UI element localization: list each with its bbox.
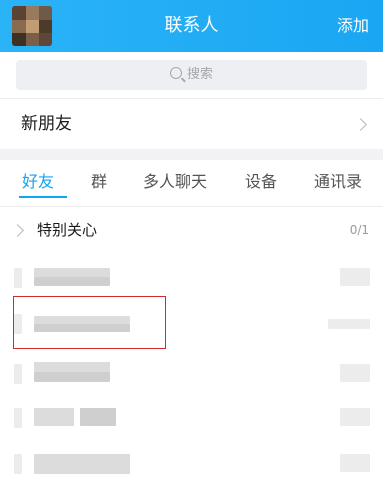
list-item[interactable] (0, 354, 383, 394)
list-item[interactable] (0, 398, 383, 438)
tab-multi-chat[interactable]: 多人聊天 (143, 170, 207, 194)
tab-groups[interactable]: 群 (91, 170, 107, 194)
page-title: 联系人 (164, 15, 219, 36)
new-friends-row[interactable]: 新朋友 (0, 99, 383, 149)
group-label: 特别关心 (37, 221, 98, 239)
search-input[interactable]: 搜索 (16, 60, 367, 90)
list-item[interactable] (0, 258, 383, 298)
tab-devices[interactable]: 设备 (245, 170, 277, 194)
search-bar: 搜索 (0, 52, 383, 98)
group-count: 0/1 (349, 223, 369, 237)
tab-friends[interactable]: 好友 (22, 170, 54, 194)
highlight-box (13, 296, 166, 349)
active-tab-indicator (19, 196, 67, 198)
list-item[interactable] (0, 442, 383, 482)
search-placeholder: 搜索 (186, 67, 213, 82)
contact-tabs: 好友 群 多人聊天 设备 通讯录 (0, 160, 383, 207)
chevron-right-icon (11, 224, 24, 237)
group-row-special[interactable]: 特别关心 0/1 (0, 208, 383, 252)
add-button[interactable]: 添加 (337, 14, 369, 38)
search-icon (169, 67, 182, 79)
top-bar: 联系人 添加 (0, 0, 383, 52)
section-gap (0, 149, 383, 160)
new-friends-label: 新朋友 (21, 114, 72, 134)
tab-address-book[interactable]: 通讯录 (314, 170, 362, 194)
chevron-right-icon (354, 118, 367, 131)
